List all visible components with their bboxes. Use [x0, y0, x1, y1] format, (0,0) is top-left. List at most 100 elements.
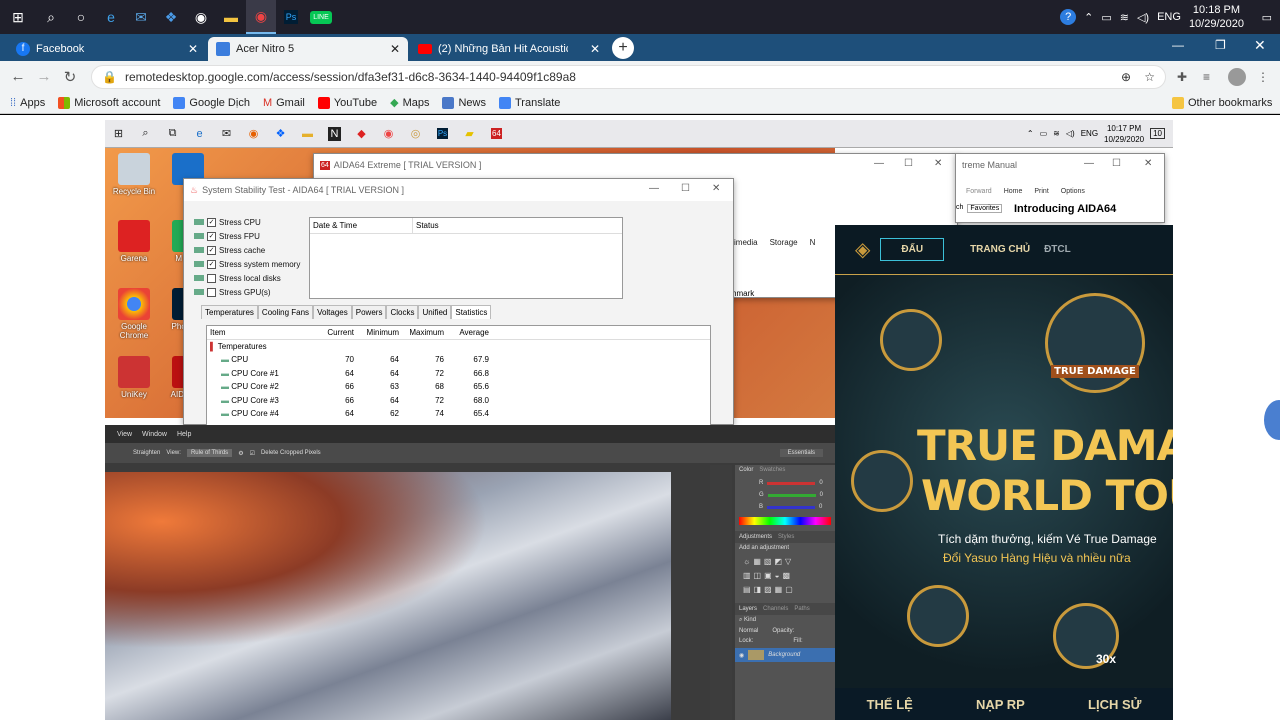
layer-filter[interactable]: ⌕ Kind — [735, 615, 835, 626]
stress-option[interactable]: Stress GPU(s) — [194, 285, 314, 299]
notion-icon[interactable]: N — [321, 121, 348, 147]
tab-voltages[interactable]: Voltages — [313, 305, 352, 319]
opacity-label[interactable]: Opacity: — [772, 628, 794, 634]
chevron-up-icon[interactable]: ⌃ — [1084, 11, 1093, 24]
checkbox[interactable]: ✓ — [207, 245, 216, 255]
unikey-desktop-icon[interactable]: UniKey — [107, 356, 161, 399]
tab-search[interactable]: ch — [956, 204, 963, 213]
menu-icon[interactable]: ⋮ — [1257, 70, 1269, 84]
clock[interactable]: 10:18 PM 10/29/2020 — [1189, 3, 1244, 31]
minimize-button[interactable]: — — [1084, 158, 1094, 169]
col-maximum[interactable]: Maximum — [402, 326, 447, 340]
notification-badge[interactable]: 10 — [1150, 128, 1165, 139]
statistics-table[interactable]: Item Current Minimum Maximum Average ▌ T… — [206, 325, 711, 426]
color-spectrum[interactable] — [739, 517, 831, 525]
red-slider[interactable] — [767, 481, 816, 485]
checkbox[interactable]: ✓ — [207, 231, 216, 241]
storage-item[interactable]: Storage — [770, 212, 798, 247]
manual-titlebar[interactable]: treme Manual — [956, 154, 1164, 176]
lock-icon[interactable]: 🔒 — [102, 70, 117, 84]
bookmark-gmail[interactable]: M Gmail — [263, 97, 305, 109]
tab-favorites[interactable]: Favorites — [967, 204, 1003, 213]
firefox-icon[interactable]: ◉ — [240, 121, 267, 147]
close-icon[interactable]: ✕ — [188, 42, 198, 56]
sticky-notes-icon[interactable]: ▰ — [456, 121, 483, 147]
close-button[interactable]: ✕ — [934, 158, 942, 169]
window-close-button[interactable]: ✕ — [1254, 37, 1266, 54]
true-damage-reward-node[interactable]: TRUE DAMAGE — [1045, 293, 1145, 393]
table-row[interactable]: ▬ CPU Core #3 66 64 72 68.0 — [207, 394, 710, 408]
ps-canvas-image[interactable] — [105, 472, 671, 720]
photoshop-window[interactable]: View Window Help Straighten View: Rule o… — [105, 425, 835, 720]
bookmark-youtube[interactable]: YouTube — [317, 96, 377, 109]
champion-reward-node[interactable] — [907, 585, 969, 647]
tab-youtube[interactable]: (2) Những Bản Hit Acoustic L ✕ — [410, 37, 608, 61]
close-button[interactable]: ✕ — [712, 183, 720, 194]
remote-clock[interactable]: 10:17 PM 10/29/2020 — [1104, 123, 1144, 145]
bookmark-news[interactable]: News — [442, 96, 486, 109]
network-icon[interactable]: ≋ — [1053, 129, 1060, 138]
star-icon[interactable]: ☆ — [1144, 70, 1155, 84]
maximize-button[interactable]: ❐ — [1215, 38, 1226, 52]
shield-reward-node[interactable] — [851, 450, 913, 512]
eye-icon[interactable]: ◉ — [739, 652, 744, 659]
help-icon[interactable]: ? — [1060, 9, 1077, 25]
checkbox[interactable]: ✓ — [207, 217, 216, 227]
bookmark-apps[interactable]: ⁞⁞ Apps — [10, 97, 45, 109]
line-icon[interactable]: LINE — [306, 0, 336, 34]
other-bookmarks[interactable]: Other bookmarks — [1172, 96, 1272, 109]
bookmark-translate[interactable]: Translate — [498, 96, 560, 109]
tab-unified[interactable]: Unified — [418, 305, 452, 319]
github-icon[interactable]: ◉ — [186, 0, 216, 34]
tab-acer-nitro[interactable]: Acer Nitro 5 ✕ — [208, 37, 408, 61]
aida64-titlebar[interactable]: 64 AIDA64 Extreme [ TRIAL VERSION ] — [314, 154, 957, 176]
close-icon[interactable]: ✕ — [390, 42, 400, 56]
close-button[interactable]: ✕ — [1144, 158, 1152, 169]
network-item[interactable]: N — [810, 212, 816, 247]
lol-event-panel[interactable]: ◈ ĐẤU TRANG CHỦ ĐTCL TRUE DAMAGE TRUE DA… — [835, 225, 1173, 720]
tab-facebook[interactable]: f Facebook ✕ — [8, 37, 206, 61]
col-average[interactable]: Average — [447, 326, 492, 340]
topup-button[interactable]: NẠP RP — [976, 697, 1025, 712]
task-view-icon[interactable]: ⧉ — [159, 121, 186, 147]
garena-icon[interactable]: ◆ — [348, 121, 375, 147]
tab-cooling-fans[interactable]: Cooling Fans — [257, 305, 314, 319]
chrome-icon[interactable]: ◉ — [375, 121, 402, 147]
gear-icon[interactable]: ⚙ — [238, 450, 243, 457]
stress-option[interactable]: ✓ Stress FPU — [194, 229, 314, 243]
minimize-button[interactable]: — — [1172, 38, 1184, 52]
language-indicator[interactable]: ENG — [1081, 129, 1098, 138]
new-tab-button[interactable]: + — [612, 37, 634, 59]
straighten-button[interactable]: Straighten — [133, 450, 160, 456]
history-button[interactable]: LỊCH SỬ — [1088, 697, 1141, 712]
dropbox-icon[interactable]: ❖ — [267, 121, 294, 147]
maximize-button[interactable]: ☐ — [681, 183, 690, 194]
address-bar[interactable]: 🔒 remotedesktop.google.com/access/sessio… — [91, 65, 1166, 89]
back-icon[interactable]: ← — [5, 68, 31, 85]
windows-start-icon[interactable]: ⊞ — [0, 0, 36, 34]
forward-button[interactable]: Forward — [966, 176, 992, 195]
table-row[interactable]: ▬ CPU Core #4 64 62 74 65.4 — [207, 407, 710, 421]
tab-temperatures[interactable]: Temperatures — [201, 305, 258, 319]
tab-statistics[interactable]: Statistics — [451, 305, 492, 319]
media-icon[interactable]: ≡ — [1203, 70, 1210, 84]
tab-clocks[interactable]: Clocks — [386, 305, 419, 319]
adjustment-icons[interactable]: ☼▦▧◩▽ ▥◫▣◒▩ ▤◨▨▦▢ — [735, 553, 835, 599]
file-explorer-icon[interactable]: ▬ — [216, 0, 246, 34]
mail-icon[interactable]: ✉ — [126, 0, 156, 34]
checkbox[interactable] — [207, 273, 216, 283]
mail-icon[interactable]: ✉ — [213, 121, 240, 147]
multimedia-item[interactable]: imedia — [734, 212, 758, 247]
remote-desktop-viewport[interactable]: ⊞ ⌕ ⧉ e ✉ ◉ ❖ ▬ N ◆ ◉ ◎ Ps ▰ 64 ⌃ ▭ ≋ ◁)… — [0, 115, 1280, 720]
dropbox-icon[interactable]: ❖ — [156, 0, 186, 34]
league-icon[interactable]: ◎ — [402, 121, 429, 147]
language-indicator[interactable]: ENG — [1157, 11, 1181, 23]
bookmark-maps[interactable]: ◆ Maps — [390, 96, 429, 110]
tab-powers[interactable]: Powers — [351, 305, 387, 319]
nav-tft[interactable]: ĐTCL — [1044, 244, 1071, 255]
maximize-button[interactable]: ☐ — [904, 158, 913, 169]
profile-avatar[interactable] — [1228, 67, 1246, 86]
col-minimum[interactable]: Minimum — [357, 326, 402, 340]
stress-option[interactable]: ✓ Stress CPU — [194, 215, 314, 229]
volume-icon[interactable]: ◁) — [1137, 11, 1149, 24]
